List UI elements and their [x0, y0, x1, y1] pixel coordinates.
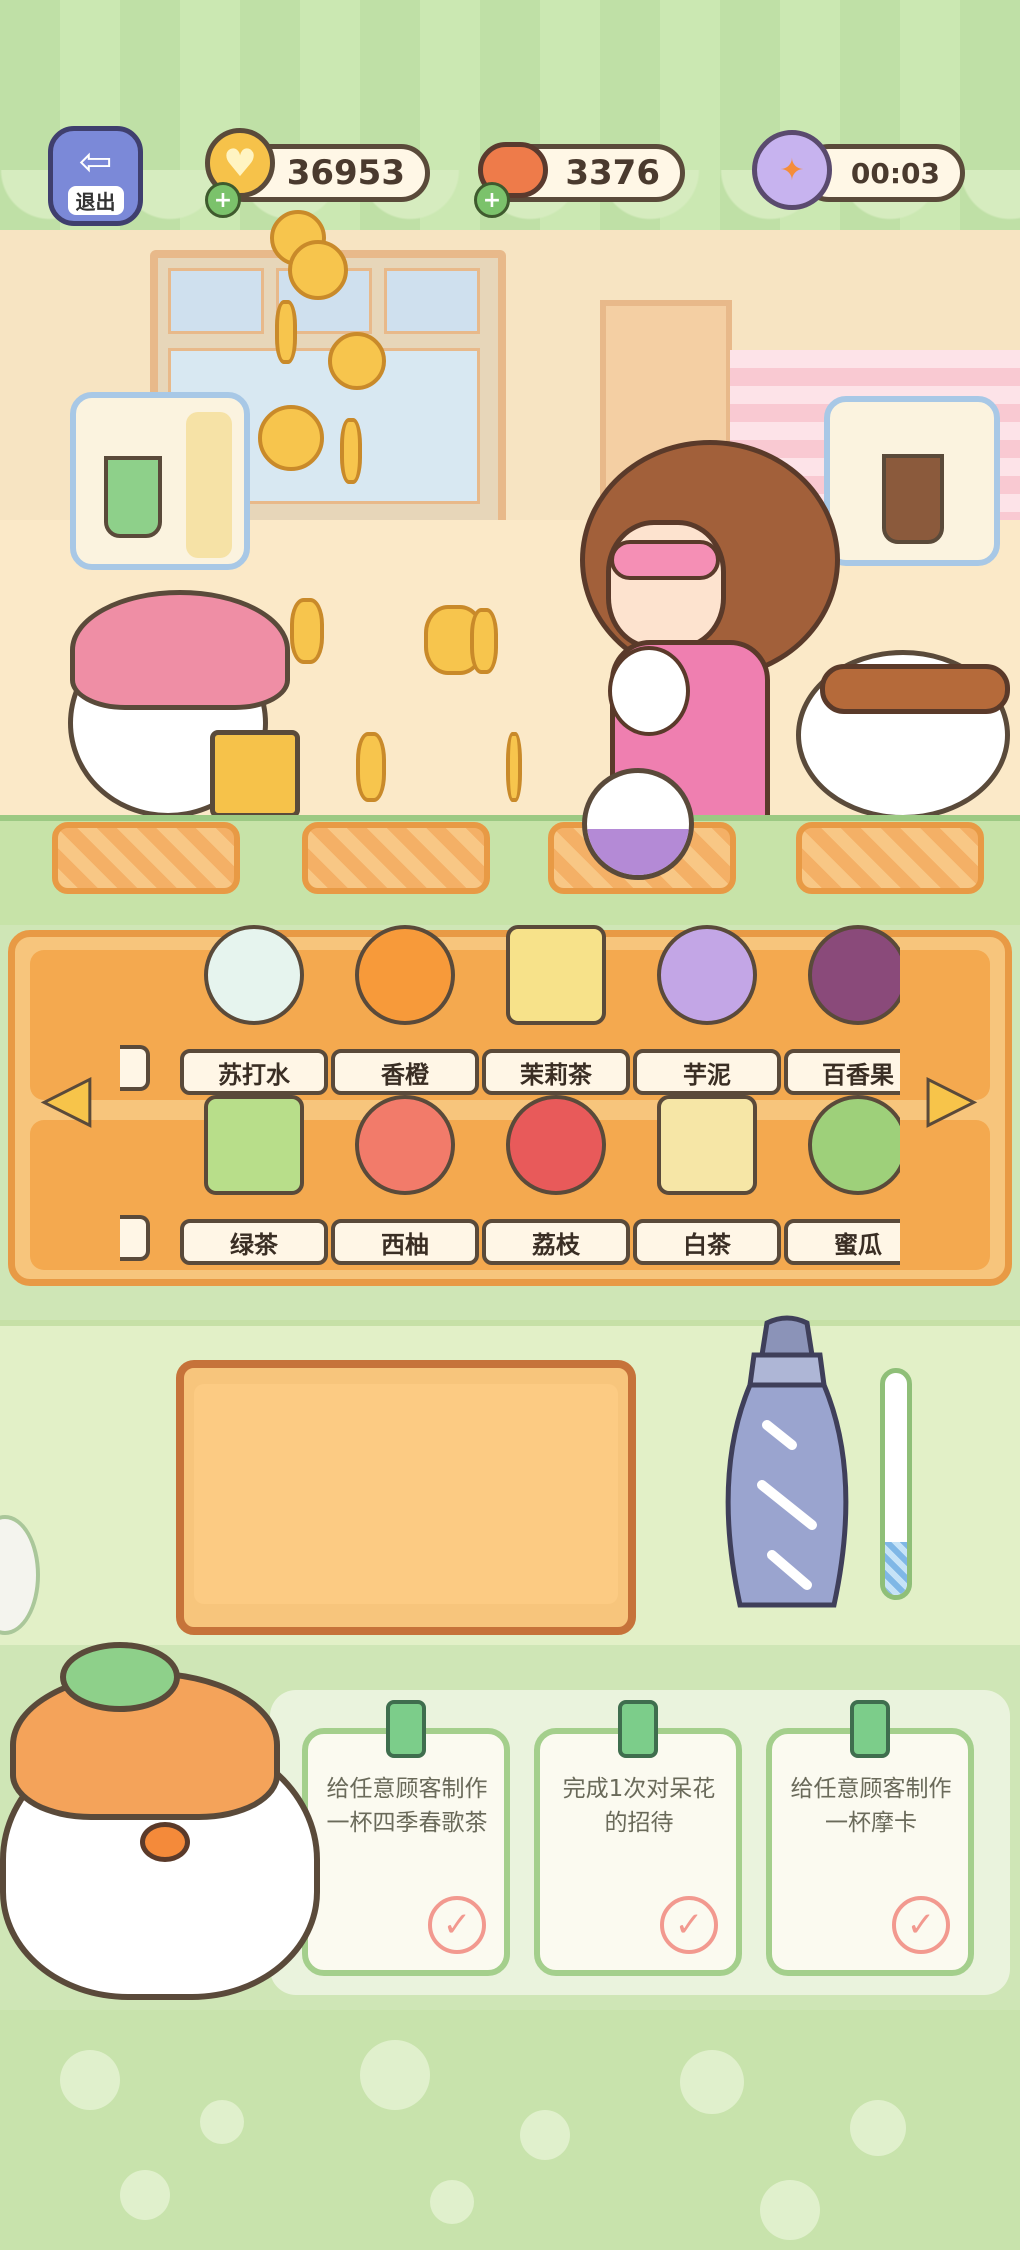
ingredient-label: 绿茶: [180, 1219, 328, 1265]
ingredient-label: 香橙: [331, 1049, 479, 1095]
floor-dot: [60, 2050, 120, 2110]
task-tag-icon: [618, 1700, 658, 1758]
ingredient-grapefruit[interactable]: 西柚: [331, 1095, 479, 1265]
timer-value: 00:03: [850, 156, 940, 190]
order-bubble-right[interactable]: [824, 396, 1000, 566]
alarm-clock-icon: ✦: [752, 130, 832, 210]
ingredient-label: 荔枝: [482, 1219, 630, 1265]
checkmark-icon: ✓: [892, 1896, 950, 1954]
floor-dot: [850, 2100, 906, 2156]
passion-fruit-icon: [808, 925, 900, 1025]
shelf-prev-button[interactable]: ◀: [32, 1058, 102, 1138]
orange-icon: [355, 925, 455, 1025]
ingredient-passion-fruit[interactable]: 百香果: [784, 925, 900, 1095]
green-drink-icon: [104, 456, 162, 538]
cocktail-shaker[interactable]: [712, 1315, 862, 1615]
flying-coin: [290, 598, 324, 664]
task-card[interactable]: 完成1次对呆花的招待 ✓: [534, 1700, 742, 1976]
floor-dot: [760, 2180, 820, 2240]
taro-drink-bowl[interactable]: [582, 768, 694, 880]
poodle-icon: [608, 646, 690, 736]
ingredient-label: 白茶: [633, 1219, 781, 1265]
task-tag-icon: [850, 1700, 890, 1758]
mascot-hat-leaf: [60, 1642, 180, 1712]
ingredient-label: 苏打水: [180, 1049, 328, 1095]
floor-dot: [200, 2100, 244, 2144]
shopping-bag-icon: [210, 730, 300, 818]
coin-value: 36953: [286, 153, 405, 193]
flying-coin: [258, 405, 324, 471]
checkmark-icon: ✓: [428, 1896, 486, 1954]
flying-coin: [328, 332, 386, 390]
meat-value: 3376: [565, 153, 660, 193]
taro-paste-icon: [657, 925, 757, 1025]
mocha-drink-icon: [882, 454, 944, 544]
mask-icon: [610, 540, 720, 580]
task-tag-icon: [386, 1700, 426, 1758]
ingredient-soda-water[interactable]: 苏打水: [180, 925, 328, 1095]
serving-mat-2[interactable]: [302, 822, 490, 894]
white-tea-icon: [657, 1095, 757, 1195]
ingredient-melon[interactable]: 蜜瓜: [784, 1095, 900, 1265]
flying-coin: [506, 732, 522, 802]
mascot-beak: [140, 1822, 190, 1862]
ingredient-orange[interactable]: 香橙: [331, 925, 479, 1095]
goggles-icon: [820, 664, 1010, 714]
partial-item-label: [120, 1215, 150, 1261]
exit-button[interactable]: ⇦ 退出: [48, 126, 143, 226]
flying-coin: [340, 418, 362, 484]
ingredient-label: 百香果: [784, 1049, 900, 1095]
ingredient-jasmine-tea[interactable]: 茉莉茶: [482, 925, 630, 1095]
flying-coin: [356, 732, 386, 802]
checkmark-icon: ✓: [660, 1896, 718, 1954]
grapefruit-icon: [355, 1095, 455, 1195]
ingredient-green-tea[interactable]: 绿茶: [180, 1095, 328, 1265]
shake-progress-gauge: [880, 1368, 912, 1600]
flying-coin: [470, 608, 498, 674]
ingredient-label: 芋泥: [633, 1049, 781, 1095]
order-bubble-left[interactable]: [70, 392, 250, 570]
task-card[interactable]: 给任意顾客制作一杯四季春歌茶 ✓: [302, 1700, 510, 1976]
task-card[interactable]: 给任意顾客制作一杯摩卡 ✓: [766, 1700, 974, 1976]
ingredient-white-tea[interactable]: 白茶: [633, 1095, 781, 1265]
ingredient-lychee[interactable]: 荔枝: [482, 1095, 630, 1265]
flying-coin: [275, 300, 297, 364]
floor-dot: [430, 2180, 474, 2224]
floor-dot: [520, 2110, 570, 2160]
add-coins-button[interactable]: +: [205, 182, 241, 218]
add-meat-button[interactable]: +: [474, 182, 510, 218]
lychee-icon: [506, 1095, 606, 1195]
task-description: 给任意顾客制作一杯四季春歌茶: [326, 1776, 488, 1836]
shake-progress-fill: [885, 1541, 907, 1595]
ingredient-label: 茉莉茶: [482, 1049, 630, 1095]
exit-label: 退出: [67, 186, 124, 215]
green-tea-icon: [204, 1095, 304, 1195]
floor-dot: [120, 2170, 170, 2220]
serving-mat-1[interactable]: [52, 822, 240, 894]
jasmine-tea-icon: [506, 925, 606, 1025]
floor-dot: [360, 2040, 430, 2110]
flying-coin: [288, 240, 348, 300]
ingredient-label: 西柚: [331, 1219, 479, 1265]
pink-hat: [70, 590, 290, 710]
task-description: 完成1次对呆花的招待: [562, 1776, 716, 1836]
partial-item-label: [120, 1045, 150, 1091]
order-ingredients: [186, 412, 232, 558]
back-arrow-icon: ⇦: [78, 139, 113, 185]
melon-icon: [808, 1095, 900, 1195]
serving-mat-4[interactable]: [796, 822, 984, 894]
soda-bottle-icon: [204, 925, 304, 1025]
ingredient-taro-paste[interactable]: 芋泥: [633, 925, 781, 1095]
floor-dot: [680, 2050, 744, 2114]
cutting-board-surface: [194, 1384, 618, 1604]
ingredient-label: 蜜瓜: [784, 1219, 900, 1265]
task-description: 给任意顾客制作一杯摩卡: [790, 1776, 952, 1836]
shelf-next-button[interactable]: ▶: [916, 1058, 986, 1138]
